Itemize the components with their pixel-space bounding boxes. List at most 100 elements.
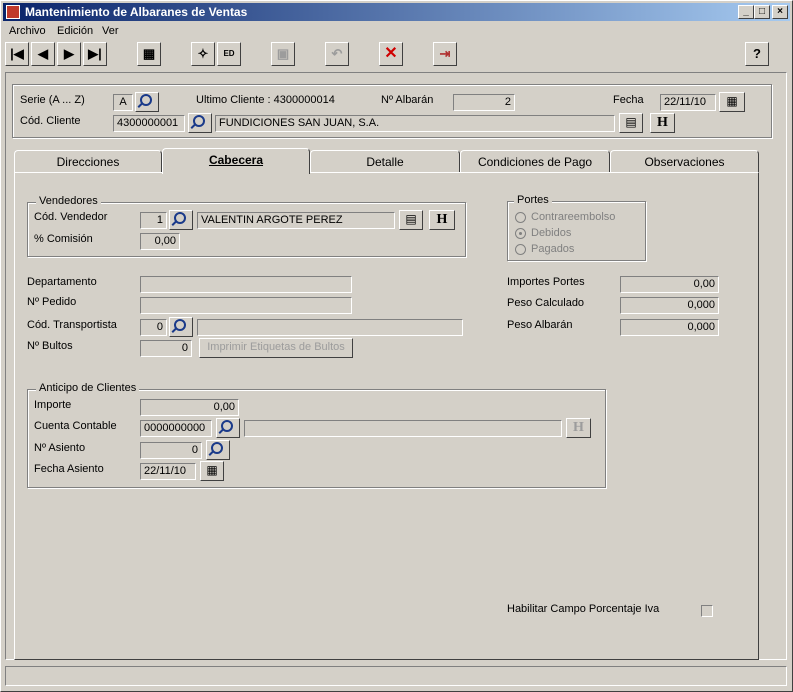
calendar-icon: ▦: [726, 94, 738, 108]
radio-contrareembolso[interactable]: [515, 212, 526, 223]
document-icon: ▤: [625, 115, 637, 129]
cliente-name-field[interactable]: FUNDICIONES SAN JUAN, S.A.: [215, 115, 615, 132]
edit-icon[interactable]: ED: [217, 42, 241, 66]
maximize-button[interactable]: □: [754, 5, 770, 19]
tab-detalle[interactable]: Detalle: [310, 150, 460, 173]
menu-archivo[interactable]: Archivo: [9, 25, 46, 37]
search-cliente-button[interactable]: [188, 113, 212, 133]
imprimir-etiquetas-button[interactable]: Imprimir Etiquetas de Bultos: [199, 338, 353, 358]
fecha-label: Fecha: [613, 94, 644, 106]
bultos-field[interactable]: 0: [140, 340, 192, 357]
search-icon: [140, 94, 152, 106]
previous-record-icon[interactable]: ◀: [31, 42, 55, 66]
portes-title: Portes: [514, 194, 552, 206]
comision-field[interactable]: 0,00: [140, 233, 180, 250]
help-icon[interactable]: ?: [745, 42, 769, 66]
asiento-label: Nº Asiento: [34, 442, 86, 454]
document-icon: ▤: [405, 212, 417, 226]
pedido-field[interactable]: [140, 297, 352, 314]
search-serie-button[interactable]: [135, 92, 159, 112]
iva-checkbox[interactable]: [701, 605, 713, 617]
radio-pagados[interactable]: [515, 244, 526, 255]
serie-field[interactable]: A: [113, 94, 133, 111]
anticipo-group: Anticipo de Clientes: [27, 382, 606, 488]
vendedor-history-button[interactable]: H: [429, 210, 455, 230]
albaran-label: Nº Albarán: [381, 94, 434, 106]
cuenta-history-button[interactable]: H: [566, 418, 591, 438]
tab-direcciones[interactable]: Direcciones: [14, 150, 162, 173]
fecha-asiento-label: Fecha Asiento: [34, 463, 104, 475]
ultimo-cliente-text: Ultimo Cliente : 4300000014: [196, 94, 335, 106]
delete-icon[interactable]: ✕: [379, 42, 403, 66]
app-icon: [6, 5, 20, 19]
asiento-field[interactable]: 0: [140, 442, 202, 459]
pedido-label: Nº Pedido: [27, 296, 77, 308]
title-bar: Mantenimiento de Albaranes de Ventas _ □…: [3, 3, 790, 21]
albaran-field[interactable]: 2: [453, 94, 515, 111]
transportista-code-field[interactable]: 0: [140, 319, 167, 336]
last-record-icon[interactable]: ▶|: [83, 42, 107, 66]
search-icon: [211, 442, 223, 454]
fecha-asiento-calendar-button[interactable]: ▦: [200, 461, 224, 481]
calculator-icon[interactable]: ▦: [137, 42, 161, 66]
search-asiento-button[interactable]: [206, 440, 230, 460]
search-cuenta-button[interactable]: [216, 418, 240, 438]
bultos-label: Nº Bultos: [27, 340, 73, 352]
cuenta-name-field[interactable]: [244, 420, 562, 437]
tab-cabecera[interactable]: Cabecera: [162, 148, 310, 174]
peso-calculado-field[interactable]: 0,000: [620, 297, 719, 314]
portes-group: Portes: [507, 194, 646, 261]
fecha-asiento-field[interactable]: 22/11/10: [140, 463, 196, 480]
exit-icon[interactable]: ⇥: [433, 42, 457, 66]
importe-field[interactable]: 0,00: [140, 399, 239, 416]
fecha-field[interactable]: 22/11/10: [660, 94, 716, 111]
cuenta-field[interactable]: 0000000000: [140, 420, 212, 437]
menu-edicion[interactable]: Edición: [57, 25, 93, 37]
vendedor-label: Cód. Vendedor: [34, 211, 108, 223]
toolbar: |◀ ◀ ▶ ▶| ▦ ✧ ED ▣ ↶ ✕ ⇥ ?: [3, 40, 790, 68]
importes-portes-field[interactable]: 0,00: [620, 276, 719, 293]
transportista-label: Cód. Transportista: [27, 319, 117, 331]
importes-portes-label: Importes Portes: [507, 276, 585, 288]
search-transportista-button[interactable]: [169, 317, 193, 337]
minimize-button[interactable]: _: [738, 5, 754, 19]
cliente-label: Cód. Cliente: [20, 115, 81, 127]
search-icon: [174, 212, 186, 224]
debidos-label: Debidos: [531, 227, 572, 239]
new-document-icon[interactable]: ✧: [191, 42, 215, 66]
status-bar: [5, 666, 787, 686]
calendar-button[interactable]: ▦: [719, 92, 745, 112]
peso-calculado-label: Peso Calculado: [507, 297, 585, 309]
next-record-icon[interactable]: ▶: [57, 42, 81, 66]
undo-icon[interactable]: ↶: [325, 42, 349, 66]
cliente-history-button[interactable]: H: [650, 113, 675, 133]
transportista-name-field[interactable]: [197, 319, 463, 336]
radio-debidos[interactable]: [515, 228, 526, 239]
save-icon[interactable]: ▣: [271, 42, 295, 66]
peso-albaran-label: Peso Albarán: [507, 319, 573, 331]
cliente-code-field[interactable]: 4300000001: [113, 115, 185, 132]
comision-label: % Comisión: [34, 233, 93, 245]
tab-condiciones-pago[interactable]: Condiciones de Pago: [460, 150, 610, 173]
iva-label: Habilitar Campo Porcentaje Iva: [507, 603, 660, 615]
window-title: Mantenimiento de Albaranes de Ventas: [25, 5, 248, 19]
calendar-icon: ▦: [206, 463, 218, 477]
vendedor-code-field[interactable]: 1: [140, 212, 167, 229]
search-vendedor-button[interactable]: [169, 210, 193, 230]
close-button[interactable]: ×: [772, 5, 788, 19]
anticipo-title: Anticipo de Clientes: [36, 382, 140, 394]
cliente-card-button[interactable]: ▤: [619, 113, 643, 133]
tab-observaciones[interactable]: Observaciones: [610, 150, 759, 173]
vendedor-card-button[interactable]: ▤: [399, 210, 423, 230]
importe-label: Importe: [34, 399, 72, 411]
peso-albaran-field[interactable]: 0,000: [620, 319, 719, 336]
departamento-label: Departamento: [27, 276, 97, 288]
search-icon: [193, 115, 205, 127]
cuenta-label: Cuenta Contable: [34, 420, 117, 432]
vendedor-name-field[interactable]: VALENTIN ARGOTE PEREZ: [197, 212, 395, 229]
departamento-field[interactable]: [140, 276, 352, 293]
pagados-label: Pagados: [531, 243, 575, 255]
menu-ver[interactable]: Ver: [102, 25, 119, 37]
first-record-icon[interactable]: |◀: [5, 42, 29, 66]
vendedores-title: Vendedores: [36, 195, 101, 207]
